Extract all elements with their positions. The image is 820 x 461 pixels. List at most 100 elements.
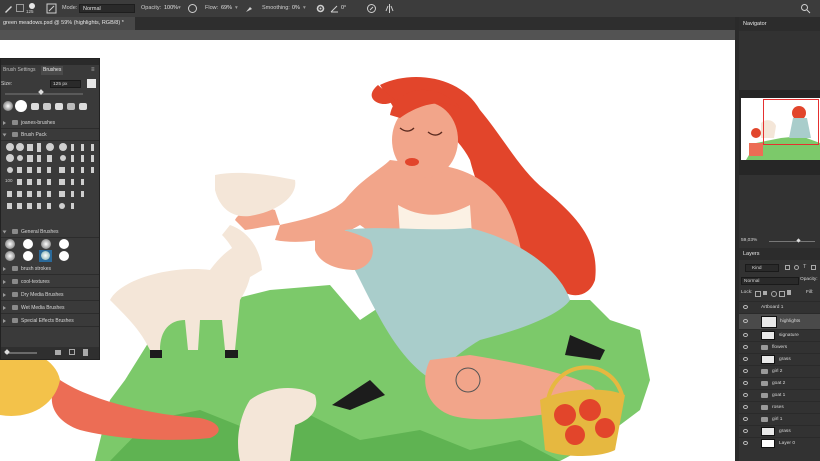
layer-row[interactable]: Layer 0 [739, 437, 820, 451]
delete-icon[interactable] [83, 349, 88, 356]
brush-group-strokes[interactable]: brush strokes [1, 264, 99, 275]
layer-row[interactable]: grass [739, 425, 820, 437]
recent-brush-6[interactable] [67, 103, 75, 110]
layer-row-selected[interactable]: highlights [739, 313, 820, 329]
panel-drag-handle[interactable] [1, 59, 99, 65]
flow-dropdown-icon[interactable]: ▾ [235, 3, 238, 14]
brush-group-special-effects[interactable]: Special Effects Brushes [1, 316, 99, 327]
recent-brush-4[interactable] [43, 103, 51, 110]
brush-group-cool-textures[interactable]: cool-textures [1, 277, 99, 288]
angle-field[interactable]: 0° [338, 4, 358, 13]
eye-icon[interactable] [743, 393, 748, 397]
eye-icon[interactable] [743, 345, 748, 349]
lock-position-icon[interactable] [771, 291, 777, 297]
document-tab[interactable]: green meadows.psd @ 59% (highlights, RGB… [0, 17, 135, 30]
eye-icon[interactable] [743, 405, 748, 409]
layer-thumbnail [761, 427, 775, 436]
mode-label: Mode: [62, 5, 78, 11]
new-brush-icon[interactable] [87, 79, 96, 88]
filter-type-icon[interactable]: T [803, 264, 806, 270]
mode-select[interactable]: Normal [79, 4, 135, 13]
eye-icon[interactable] [743, 333, 748, 337]
search-icon[interactable] [800, 3, 811, 14]
recent-brush-1[interactable] [3, 101, 13, 111]
brush-group-joanes[interactable]: joanes-brushes [1, 118, 99, 129]
opacity-field[interactable]: 100% [161, 4, 178, 13]
eye-icon[interactable] [743, 319, 748, 323]
new-group-icon[interactable] [55, 350, 61, 355]
tab-brush-settings[interactable]: Brush Settings [1, 66, 38, 75]
size-slider[interactable] [5, 93, 83, 95]
eye-icon[interactable] [743, 305, 748, 309]
eye-icon[interactable] [743, 357, 748, 361]
general-brush-2[interactable] [23, 239, 33, 249]
blend-mode-select[interactable]: Normal [741, 277, 799, 285]
layer-row[interactable]: girl 2 [739, 365, 820, 377]
recent-brush-7[interactable] [79, 103, 87, 110]
eye-icon[interactable] [743, 417, 748, 421]
navigator-title[interactable]: Navigator [743, 21, 767, 27]
flow-field[interactable]: 69% [218, 4, 234, 13]
panel-menu-icon[interactable]: ≡ [91, 67, 95, 73]
navigator-zoom-value[interactable]: 59,03% [741, 238, 757, 243]
recent-brush-3[interactable] [31, 103, 39, 110]
folder-icon [12, 132, 18, 138]
document-canvas[interactable] [0, 40, 735, 461]
layers-title[interactable]: Layers [743, 251, 760, 257]
layer-row[interactable]: signature [739, 329, 820, 341]
layer-row[interactable]: girl 1 [739, 413, 820, 425]
general-brush-1[interactable] [5, 239, 15, 249]
symmetry-icon[interactable] [384, 3, 395, 14]
brush-group-wet-media[interactable]: Wet Media Brushes [1, 303, 99, 314]
size-input[interactable]: 125 px [50, 80, 81, 88]
layer-row[interactable]: goat 2 [739, 377, 820, 389]
brush-group-brush-pack[interactable]: Brush Pack [1, 130, 99, 141]
opacity-dropdown-icon[interactable]: ▾ [178, 3, 181, 14]
lock-pixels-icon[interactable] [763, 291, 767, 295]
new-brush-button-icon[interactable] [69, 349, 75, 355]
tab-brushes[interactable]: Brushes [41, 66, 64, 75]
general-brush-6[interactable] [23, 251, 33, 261]
general-brush-4[interactable] [59, 239, 69, 249]
lock-artboard-icon[interactable] [779, 291, 785, 297]
eye-icon[interactable] [743, 429, 748, 433]
general-brush-3[interactable] [41, 239, 51, 249]
airbrush-icon[interactable] [244, 3, 255, 14]
smoothing-dropdown-icon[interactable]: ▾ [303, 3, 306, 14]
eye-icon[interactable] [743, 369, 748, 373]
recent-brush-2[interactable] [15, 100, 27, 112]
smoothing-field[interactable]: 0% [289, 4, 303, 13]
layer-kind-select[interactable]: Kind [745, 264, 779, 272]
brush-settings-icon[interactable] [46, 3, 57, 14]
gear-icon[interactable] [315, 3, 326, 14]
brush-group-general[interactable]: General Brushes [1, 227, 99, 238]
layer-row[interactable]: goat 1 [739, 389, 820, 401]
lock-all-icon[interactable] [787, 290, 791, 295]
pressure-opacity-icon[interactable] [187, 3, 198, 14]
brush-preset-picker[interactable]: 125 [25, 2, 39, 15]
pressure-size-icon[interactable] [366, 3, 377, 14]
zoom-slider[interactable] [769, 241, 815, 242]
brush-tool-icon[interactable] [3, 3, 14, 14]
filter-adjustment-icon[interactable] [794, 265, 799, 270]
artboard-row[interactable]: Artboard 1 [739, 301, 820, 313]
thumb-size-slider[interactable] [5, 352, 37, 354]
layer-row[interactable]: roses [739, 401, 820, 413]
navigator-preview[interactable] [739, 90, 820, 175]
general-brush-5[interactable] [5, 251, 15, 261]
general-brush-8[interactable] [59, 251, 69, 261]
eye-icon[interactable] [743, 381, 748, 385]
general-brush-selected[interactable] [39, 250, 52, 262]
recent-brush-5[interactable] [55, 103, 63, 110]
filter-shape-icon[interactable] [811, 265, 816, 270]
lock-transparent-icon[interactable] [755, 291, 761, 297]
layer-row[interactable]: grass [739, 353, 820, 365]
layer-row[interactable]: flowers [739, 341, 820, 353]
navigator-view-box[interactable] [763, 99, 819, 145]
recent-brushes [3, 99, 99, 116]
filter-pixel-icon[interactable] [785, 265, 790, 270]
brush-thumbnails[interactable] [5, 142, 97, 218]
eye-icon[interactable] [743, 441, 748, 445]
brush-group-dry-media[interactable]: Dry Media Brushes [1, 290, 99, 301]
collapse-icon[interactable] [16, 4, 24, 12]
